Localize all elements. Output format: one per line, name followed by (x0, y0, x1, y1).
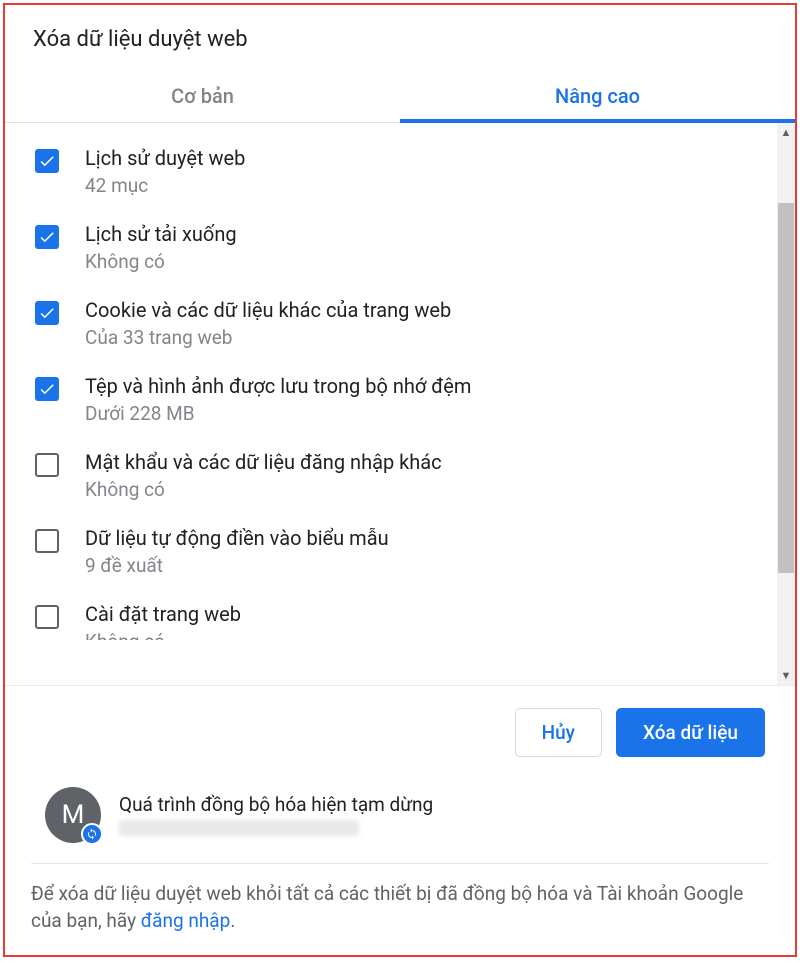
checkbox-cache[interactable] (35, 377, 59, 401)
item-subtitle: Không có (85, 478, 442, 501)
list-item: Cài đặt trang web Không có (35, 589, 775, 652)
tab-basic[interactable]: Cơ bản (5, 70, 400, 122)
item-subtitle: Không có (85, 630, 241, 640)
dialog-title: Xóa dữ liệu duyệt web (5, 5, 795, 70)
item-subtitle: Không có (85, 250, 237, 273)
checkbox-cookies[interactable] (35, 301, 59, 325)
clear-data-button[interactable]: Xóa dữ liệu (616, 708, 765, 757)
item-title: Mật khẩu và các dữ liệu đăng nhập khác (85, 449, 442, 476)
item-subtitle: 9 đề xuất (85, 554, 389, 577)
sync-status-title: Quá trình đồng bộ hóa hiện tạm dừng (119, 793, 433, 816)
footer-text-after: . (230, 909, 235, 932)
list-item: Mật khẩu và các dữ liệu đăng nhập khác K… (35, 437, 775, 513)
cancel-button[interactable]: Hủy (515, 708, 602, 757)
list-item: Lịch sử duyệt web 42 mục (35, 133, 775, 209)
list-item: Lịch sử tải xuống Không có (35, 209, 775, 285)
sync-status-row: M Quá trình đồng bộ hóa hiện tạm dừng (5, 779, 795, 859)
avatar: M (45, 787, 101, 843)
item-subtitle: 42 mục (85, 174, 245, 197)
sign-in-link[interactable]: đăng nhập (141, 909, 231, 932)
item-title: Lịch sử tải xuống (85, 221, 237, 248)
scrollbar-thumb[interactable] (778, 203, 794, 573)
item-title: Dữ liệu tự động điền vào biểu mẫu (85, 525, 389, 552)
clear-browsing-data-dialog: Xóa dữ liệu duyệt web Cơ bản Nâng cao Lị… (3, 3, 797, 957)
check-icon (38, 304, 56, 322)
tab-advanced[interactable]: Nâng cao (400, 70, 795, 122)
list-item: Dữ liệu tự động điền vào biểu mẫu 9 đề x… (35, 513, 775, 589)
item-subtitle: Dưới 228 MB (85, 402, 471, 425)
sync-account-email-blurred (119, 820, 359, 836)
sync-paused-badge-icon (81, 823, 103, 845)
list-item: Cookie và các dữ liệu khác của trang web… (35, 285, 775, 361)
footer-note: Để xóa dữ liệu duyệt web khỏi tất cả các… (5, 864, 795, 955)
checkbox-passwords[interactable] (35, 453, 59, 477)
options-scroll-area: Lịch sử duyệt web 42 mục Lịch sử tải xuố… (5, 123, 795, 686)
tabs: Cơ bản Nâng cao (5, 70, 795, 123)
list-item: Tệp và hình ảnh được lưu trong bộ nhớ đệ… (35, 361, 775, 437)
check-icon (38, 152, 56, 170)
item-title: Cài đặt trang web (85, 601, 241, 628)
check-icon (38, 380, 56, 398)
scrollbar-down-icon[interactable]: ▼ (777, 667, 795, 685)
options-list: Lịch sử duyệt web 42 mục Lịch sử tải xuố… (5, 123, 795, 685)
check-icon (38, 228, 56, 246)
checkbox-site-settings[interactable] (35, 605, 59, 629)
item-title: Lịch sử duyệt web (85, 145, 245, 172)
item-subtitle: Của 33 trang web (85, 326, 451, 349)
scrollbar-up-icon[interactable]: ▲ (777, 123, 795, 141)
checkbox-autofill[interactable] (35, 529, 59, 553)
dialog-buttons: Hủy Xóa dữ liệu (5, 686, 795, 779)
item-title: Tệp và hình ảnh được lưu trong bộ nhớ đệ… (85, 373, 471, 400)
footer-text: Để xóa dữ liệu duyệt web khỏi tất cả các… (31, 882, 743, 933)
checkbox-download-history[interactable] (35, 225, 59, 249)
checkbox-browsing-history[interactable] (35, 149, 59, 173)
item-title: Cookie và các dữ liệu khác của trang web (85, 297, 451, 324)
